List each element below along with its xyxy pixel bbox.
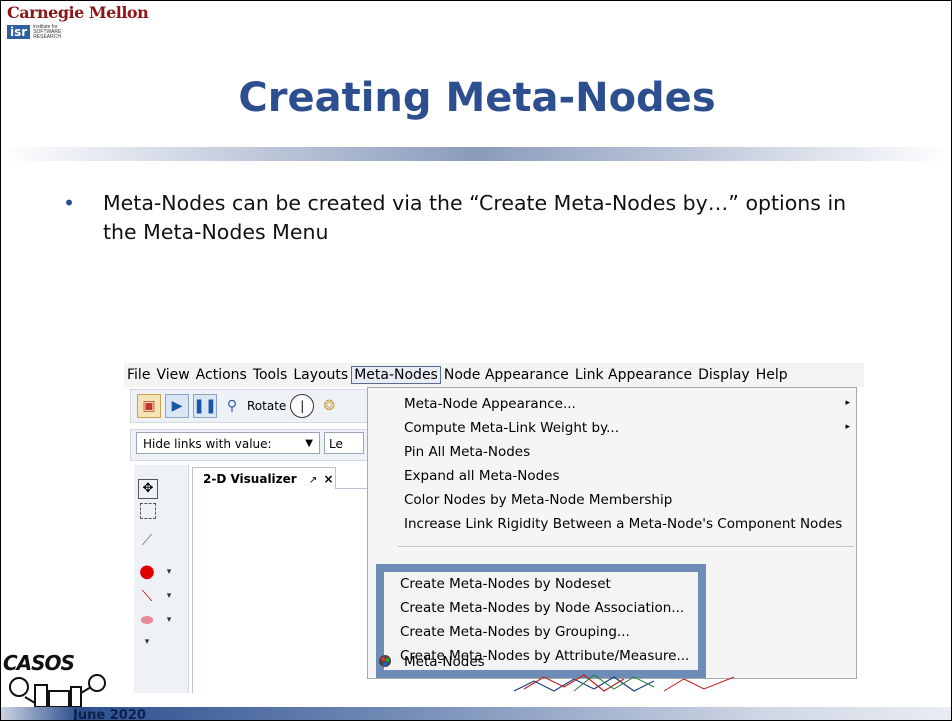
- menu-file[interactable]: File: [124, 367, 153, 383]
- menu-meta-nodes[interactable]: Meta-Nodes: [351, 366, 441, 384]
- search-icon[interactable]: ⚲: [221, 395, 243, 417]
- title-divider: [1, 147, 951, 161]
- tag-icon[interactable]: ❂: [318, 395, 340, 417]
- menu-item-create-by-nodeset[interactable]: Create Meta-Nodes by Nodeset: [400, 576, 611, 592]
- menu-view[interactable]: View: [153, 367, 192, 383]
- menu-item-meta-nodes[interactable]: Meta-Nodes: [404, 654, 485, 670]
- add-node-icon[interactable]: ●: [138, 563, 156, 581]
- dropdown-icon[interactable]: ▾: [138, 633, 156, 651]
- eraser-icon[interactable]: ⬬: [138, 611, 156, 629]
- menu-help[interactable]: Help: [753, 367, 791, 383]
- close-icon[interactable]: ×: [323, 472, 333, 486]
- menu-node-appearance[interactable]: Node Appearance: [441, 367, 572, 383]
- menu-item-create-by-grouping[interactable]: Create Meta-Nodes by Grouping...: [400, 624, 630, 640]
- menu-bar: File View Actions Tools Layouts Meta-Nod…: [124, 363, 864, 387]
- clipboard-icon[interactable]: ▣: [137, 394, 161, 418]
- hide-links-combo[interactable]: Hide links with value: ▼: [136, 432, 320, 454]
- meta-nodes-icon: [379, 655, 391, 667]
- add-link-icon[interactable]: ⟍: [138, 587, 156, 605]
- menu-item-color-nodes[interactable]: Color Nodes by Meta-Node Membership: [404, 492, 672, 508]
- menu-item-compute-meta-link-weight[interactable]: Compute Meta-Link Weight by...: [404, 420, 619, 436]
- hide-links-combo-value: Hide links with value:: [143, 437, 272, 451]
- menu-tools[interactable]: Tools: [250, 367, 291, 383]
- isr-logo-mark: isr: [7, 25, 31, 39]
- pause-icon[interactable]: ❚❚: [193, 394, 217, 418]
- move-icon[interactable]: ✥: [138, 479, 158, 499]
- menu-separator: [398, 546, 854, 547]
- tab-2d-visualizer[interactable]: 2-D Visualizer ↗ ×: [192, 467, 336, 489]
- main-toolbar: ▣ ▶ ❚❚ ⚲ Rotate | ❂: [130, 389, 370, 423]
- submenu-arrow-icon: ▸: [845, 422, 850, 432]
- slide: Carnegie Mellon isr institute for SOFTWA…: [0, 0, 952, 721]
- menu-link-appearance[interactable]: Link Appearance: [572, 367, 695, 383]
- play-icon[interactable]: ▶: [165, 394, 189, 418]
- isr-logo-subtext: institute for SOFTWARE RESEARCH: [33, 23, 62, 40]
- menu-item-pin-all[interactable]: Pin All Meta-Nodes: [404, 444, 530, 460]
- network-graph-preview: [514, 674, 735, 692]
- isr-logo: isr institute for SOFTWARE RESEARCH: [7, 23, 73, 40]
- casos-logo: CASOS: [3, 651, 75, 675]
- bullet-dot: •: [63, 191, 76, 215]
- tool-palette: ✥ ⟋ ● ▾ ⟍ ▾ ⬬ ▾ ▾: [134, 465, 189, 693]
- rotate-dial-icon[interactable]: |: [290, 394, 315, 418]
- cmu-logo: Carnegie Mellon: [7, 3, 149, 22]
- select-marquee-icon[interactable]: [140, 503, 156, 519]
- dropdown-icon[interactable]: ▾: [160, 563, 178, 581]
- footer-date: June 2020: [73, 708, 146, 721]
- pin-icon[interactable]: ↗: [309, 475, 317, 486]
- menu-display[interactable]: Display: [695, 367, 753, 383]
- menu-layouts[interactable]: Layouts: [290, 367, 351, 383]
- chevron-down-icon: ▼: [305, 438, 313, 449]
- submenu-arrow-icon: ▸: [845, 398, 850, 408]
- slide-title: Creating Meta-Nodes: [238, 75, 716, 121]
- menu-item-create-by-node-association[interactable]: Create Meta-Nodes by Node Association...: [400, 600, 684, 616]
- rotate-label: Rotate: [247, 399, 287, 413]
- menu-item-meta-node-appearance[interactable]: Meta-Node Appearance...: [404, 396, 576, 412]
- tab-label: 2-D Visualizer: [203, 472, 297, 486]
- dropdown-icon[interactable]: ▾: [160, 611, 178, 629]
- casos-emblem-icon: [9, 674, 106, 707]
- meta-nodes-dropdown: Meta-Node Appearance... ▸ Compute Meta-L…: [367, 387, 857, 679]
- bullet-item: • Meta-Nodes can be created via the “Cre…: [63, 189, 883, 247]
- second-combo[interactable]: Le: [324, 432, 364, 454]
- dropdown-icon[interactable]: ▾: [160, 587, 178, 605]
- bullet-text: Meta-Nodes can be created via the “Creat…: [103, 191, 847, 244]
- menu-item-expand-all[interactable]: Expand all Meta-Nodes: [404, 468, 560, 484]
- pen-icon[interactable]: ⟋: [138, 531, 156, 549]
- visualizer-canvas[interactable]: [192, 489, 373, 693]
- menu-actions[interactable]: Actions: [193, 367, 250, 383]
- menu-item-increase-link-rigidity[interactable]: Increase Link Rigidity Between a Meta-No…: [404, 516, 842, 532]
- app-screenshot: File View Actions Tools Layouts Meta-Nod…: [124, 363, 864, 693]
